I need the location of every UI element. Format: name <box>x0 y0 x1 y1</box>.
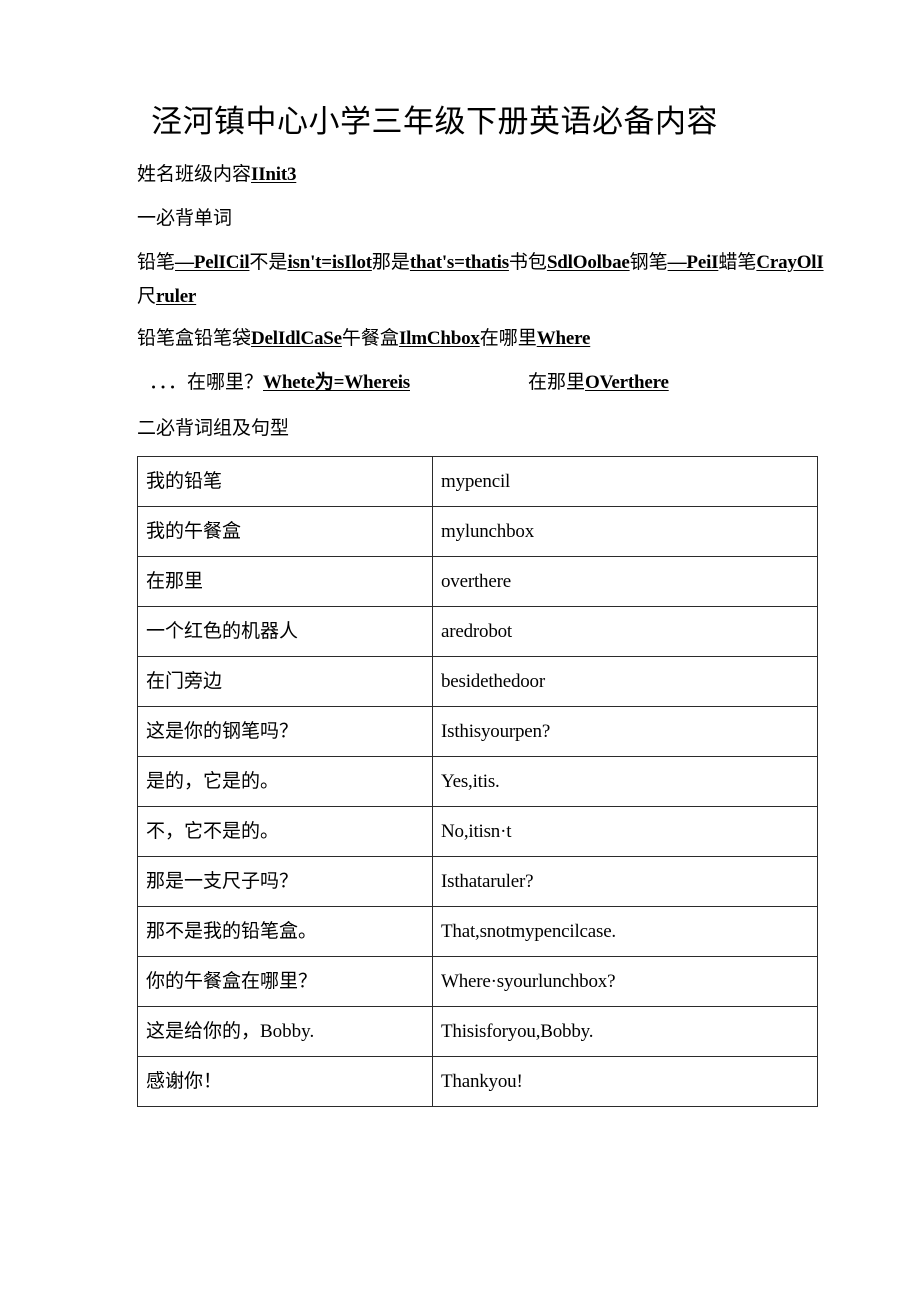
table-cell-english: Isthisyourpen? <box>432 706 818 757</box>
table-cell-english: aredrobot <box>432 606 818 657</box>
vocab-line-1: 铅笔—PelICil不是isn't=isIlot那是that's=thatis书… <box>137 246 837 314</box>
table-cell-chinese: 那是一支尺子吗？ <box>137 856 433 907</box>
table-row: 一个红色的机器人 aredrobot <box>137 606 818 657</box>
section-heading-one: 一必背单词 <box>137 208 233 229</box>
table-row: 我的午餐盒 mylunchbox <box>137 506 818 557</box>
document-page: 泾河镇中心小学三年级下册英语必备内容 姓名班级内容IInit3 一必背单词 铅笔… <box>0 0 920 1301</box>
table-cell-chinese: 我的午餐盒 <box>137 506 433 557</box>
table-cell-english: mypencil <box>432 456 818 507</box>
table-cell-chinese: 这是给你的，Bobby. <box>137 1006 433 1057</box>
table-cell-english: Thankyou! <box>432 1056 818 1107</box>
table-row: 这是你的钢笔吗？ Isthisyourpen? <box>137 706 818 757</box>
vocab1-en-13: ruler <box>156 286 197 307</box>
table-row: 我的铅笔 mypencil <box>137 456 818 507</box>
vocab3-en-1: Whete为=Whereis <box>263 372 410 393</box>
table-cell-english: Yes,itis. <box>432 756 818 807</box>
vocab2-cn-0: 铅笔盒铅笔袋 <box>137 328 252 349</box>
table-cell-chinese: 一个红色的机器人 <box>137 606 433 657</box>
vocab1-cn-2: 不是 <box>249 252 288 273</box>
vocab-line-2: 铅笔盒铅笔袋DelIdlCaSe午餐盒IlmChbox在哪里Where <box>137 322 837 356</box>
vocab2-en-5: Where <box>536 328 591 349</box>
table-row: 在门旁边 besidethedoor <box>137 656 818 707</box>
subheader-line: 姓名班级内容IInit3 <box>137 158 785 192</box>
table-row: 不，它不是的。 No,itisn·t <box>137 806 818 857</box>
table-cell-chinese: 感谢你！ <box>137 1056 433 1107</box>
vocab1-en-1: —PelICil <box>175 252 250 273</box>
table-cell-chinese: 这是你的钢笔吗？ <box>137 706 433 757</box>
table-cell-english: overthere <box>432 556 818 607</box>
subheader-label: 姓名班级内容 <box>137 164 252 185</box>
vocab2-cn-2: 午餐盒 <box>341 328 399 349</box>
vocab1-en-11: CrayOlI <box>756 252 824 273</box>
vocab1-cn-0: 铅笔 <box>137 252 176 273</box>
vocab1-cn-10: 蜡笔 <box>718 252 757 273</box>
vocab1-en-5: that's=thatis <box>409 252 509 273</box>
table-cell-english: besidethedoor <box>432 656 818 707</box>
vocab2-en-1: DelIdlCaSe <box>251 328 342 349</box>
table-cell-chinese: 我的铅笔 <box>137 456 433 507</box>
vocab1-en-9: —PeiI <box>667 252 719 273</box>
table-row: 那不是我的铅笔盒。 That,snotmypencilcase. <box>137 906 818 957</box>
vocab1-cn-4: 那是 <box>371 252 410 273</box>
table-cell-english: No,itisn·t <box>432 806 818 857</box>
vocab-line-3: ．．．在哪里？Whete为=Whereis 在那里OVerthere <box>149 366 849 400</box>
vocab3-en-4: OVerthere <box>585 372 669 393</box>
table-cell-chinese: 是的，它是的。 <box>137 756 433 807</box>
table-cell-chinese: 在那里 <box>137 556 433 607</box>
vocab1-en-7: SdlOolbae <box>546 252 630 273</box>
vocab1-en-3: isn't=isIlot <box>287 252 372 273</box>
vocab1-cn-8: 钢笔 <box>629 252 668 273</box>
phrase-table: 我的铅笔 mypencil 我的午餐盒 mylunchbox 在那里 overthere 一… <box>137 456 818 1107</box>
vocab2-en-3: IlmChbox <box>398 328 480 349</box>
table-row: 感谢你！ Thankyou! <box>137 1056 818 1107</box>
table-cell-chinese: 不，它不是的。 <box>137 806 433 857</box>
table-cell-english: That,snotmypencilcase. <box>432 906 818 957</box>
table-cell-english: mylunchbox <box>432 506 818 557</box>
vocab1-cn-12: 尺 <box>137 286 157 307</box>
subheader-unit: IInit3 <box>251 164 297 185</box>
table-row: 是的，它是的。 Yes,itis. <box>137 756 818 807</box>
vocab2-cn-4: 在哪里 <box>479 328 537 349</box>
table-cell-chinese: 你的午餐盒在哪里？ <box>137 956 433 1007</box>
page-title: 泾河镇中心小学三年级下册英语必备内容 <box>151 104 718 139</box>
section-heading-two: 二必背词组及句型 <box>137 418 290 439</box>
table-row: 这是给你的，Bobby. Thisisforyou,Bobby. <box>137 1006 818 1057</box>
table-cell-chinese: 在门旁边 <box>137 656 433 707</box>
table-row: 在那里 overthere <box>137 556 818 607</box>
vocab1-cn-6: 书包 <box>508 252 547 273</box>
table-cell-chinese: 那不是我的铅笔盒。 <box>137 906 433 957</box>
table-cell-english: Where·syourlunchbox? <box>432 956 818 1007</box>
document-content: 泾河镇中心小学三年级下册英语必备内容 姓名班级内容IInit3 一必背单词 铅笔… <box>137 100 824 1107</box>
phrase-table-body: 我的铅笔 mypencil 我的午餐盒 mylunchbox 在那里 overthere 一… <box>137 456 818 1107</box>
table-cell-english: Thisisforyou,Bobby. <box>432 1006 818 1057</box>
table-row: 你的午餐盒在哪里？ Where·syourlunchbox? <box>137 956 818 1007</box>
vocab3-cn-0: ．．．在哪里？ <box>149 372 264 393</box>
vocab3-cn-3: 在那里 <box>528 372 586 393</box>
table-cell-english: Isthataruler? <box>432 856 818 907</box>
table-row: 那是一支尺子吗？ Isthataruler? <box>137 856 818 907</box>
